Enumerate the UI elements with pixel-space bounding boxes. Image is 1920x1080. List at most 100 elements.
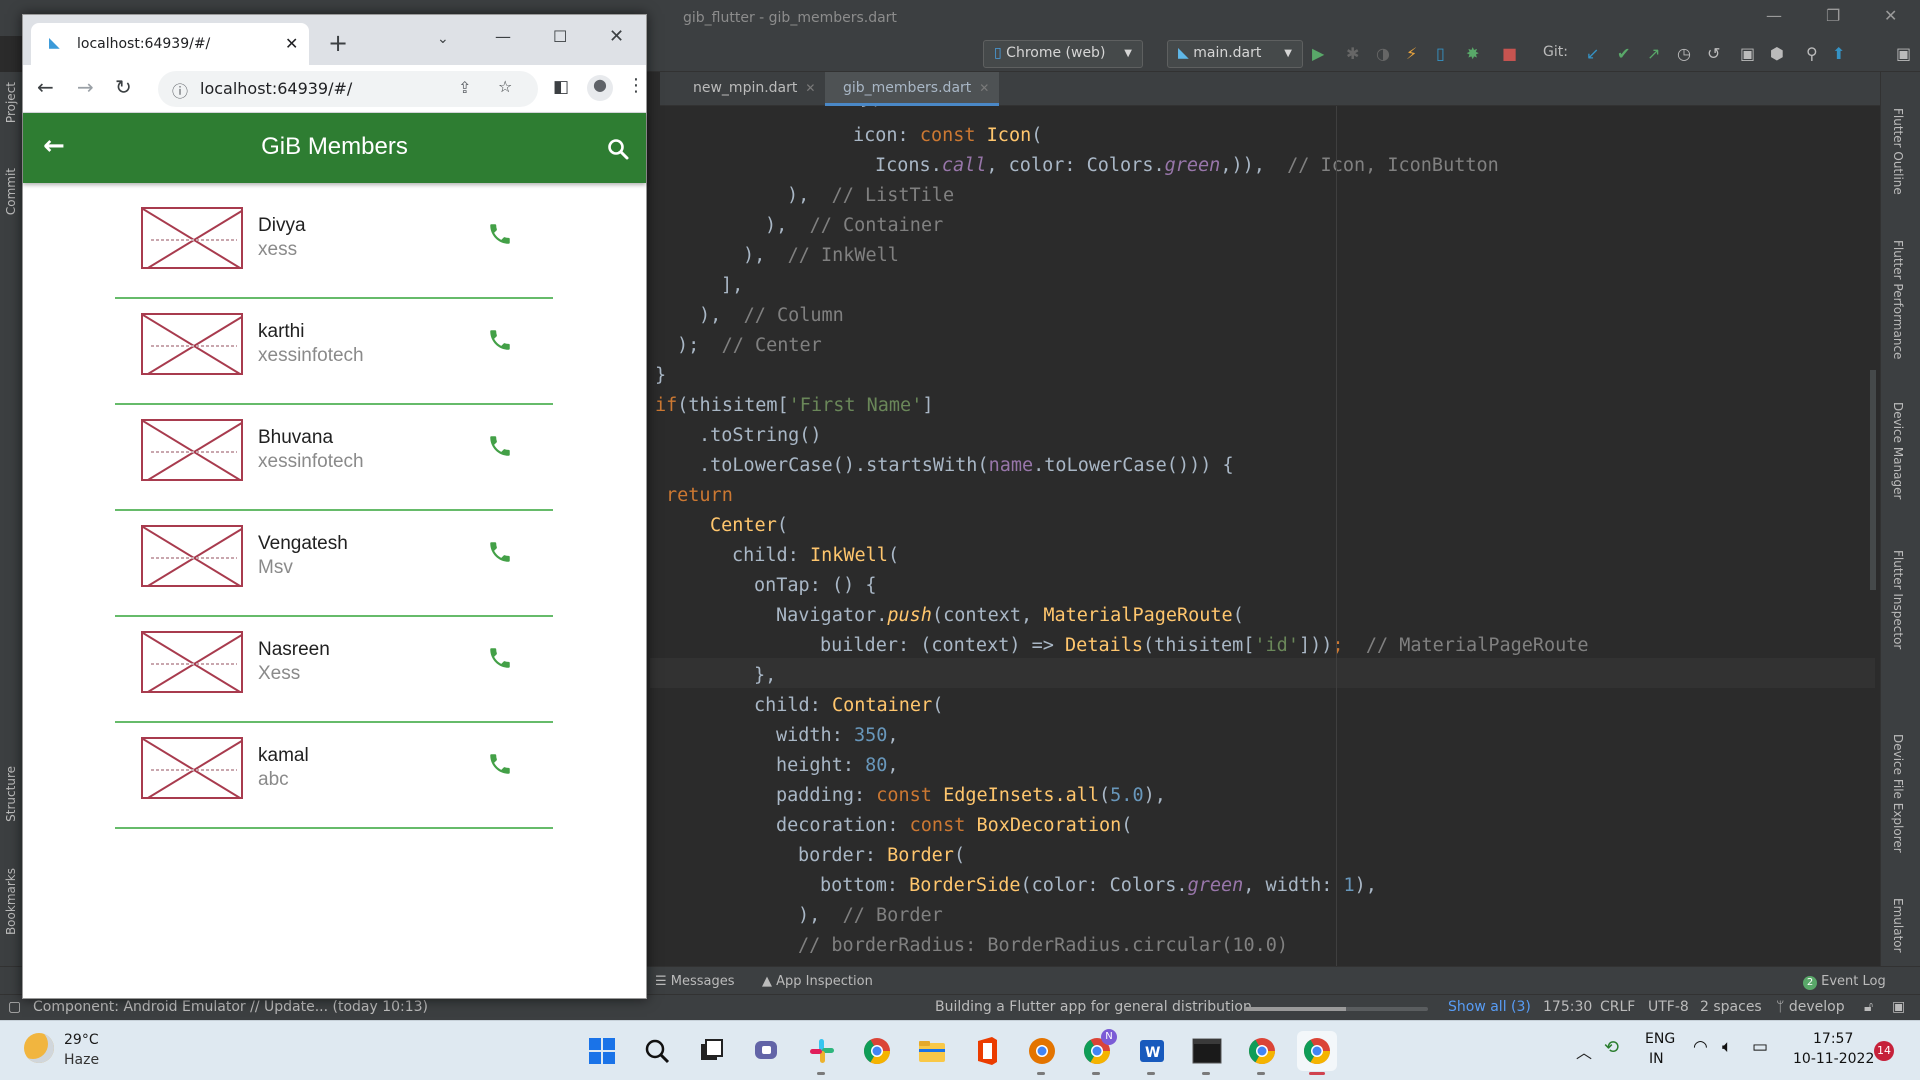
new-tab-icon[interactable]: + <box>328 29 348 57</box>
start-icon[interactable] <box>582 1031 622 1071</box>
profile-avatar-icon[interactable]: ● <box>587 75 613 101</box>
caret-position[interactable]: 175:30 <box>1543 999 1592 1015</box>
profile-icon[interactable]: ◑ <box>1376 44 1390 63</box>
sdk-manager-icon[interactable]: ⬢ <box>1770 44 1784 63</box>
sync-icon[interactable]: ⟲ <box>1604 1037 1619 1058</box>
stop-icon[interactable]: ■ <box>1502 44 1517 63</box>
side-panel-icon[interactable]: ◧ <box>553 77 569 97</box>
tool-tab-flutter-inspector[interactable]: Flutter Inspector <box>1891 550 1905 649</box>
member-list-item[interactable]: Nasreen Xess <box>115 617 553 723</box>
tab-gib-members[interactable]: gib_members.dart ✕ <box>825 72 1000 106</box>
minimize-icon[interactable]: — <box>495 27 511 46</box>
indent-setting[interactable]: 2 spaces <box>1700 999 1762 1015</box>
battery-icon[interactable]: ▭ <box>1752 1037 1768 1057</box>
status-layout-icon[interactable]: ▢ <box>8 999 21 1015</box>
bookmark-star-icon[interactable]: ☆ <box>498 77 512 96</box>
run-config-selector[interactable]: ◣ main.dart ▼ <box>1167 40 1303 68</box>
tab-search-icon[interactable]: ⌄ <box>437 31 449 47</box>
forward-icon[interactable]: → <box>77 75 94 99</box>
hot-restart-icon[interactable]: ▯ <box>1436 44 1445 63</box>
tool-tab-flutter-outline[interactable]: Flutter Outline <box>1891 108 1905 195</box>
file-encoding[interactable]: UTF-8 <box>1648 999 1689 1015</box>
hot-reload-icon[interactable]: ⚡ <box>1406 44 1417 63</box>
messages-tab[interactable]: ☰ Messages <box>655 974 735 989</box>
git-push-icon[interactable]: ↗ <box>1647 44 1660 63</box>
call-icon[interactable] <box>487 645 513 671</box>
member-list-item[interactable]: kamal abc <box>115 723 553 829</box>
tab-new-mpin[interactable]: new_mpin.dart ✕ <box>675 72 825 106</box>
device-mirror-icon[interactable]: ▣ <box>1740 44 1755 63</box>
close-tab-icon[interactable]: ✕ <box>285 34 298 53</box>
search-icon[interactable] <box>637 1031 677 1071</box>
status-message[interactable]: Component: Android Emulator // Update...… <box>33 999 428 1015</box>
tool-tab-commit[interactable]: Commit <box>4 168 18 215</box>
member-list-item[interactable]: Divya xess <box>115 193 553 299</box>
show-all-link[interactable]: Show all (3) <box>1448 999 1531 1015</box>
close-icon[interactable]: ✕ <box>1884 6 1897 25</box>
git-commit-icon[interactable]: ✔ <box>1617 44 1630 63</box>
editor-scrollbar[interactable] <box>1870 370 1876 590</box>
code-editor[interactable]: }, icon: const Icon( Icons.call, color: … <box>650 106 1880 966</box>
chrome-app-icon[interactable] <box>1242 1031 1282 1075</box>
slack-icon[interactable] <box>802 1031 842 1075</box>
browser-tab[interactable]: ◣ localhost:64939/#/ ✕ <box>31 23 309 65</box>
update-icon[interactable]: ⬆ <box>1832 44 1845 63</box>
clock-time[interactable]: 17:57 <box>1813 1031 1853 1047</box>
line-separator[interactable]: CRLF <box>1600 999 1635 1015</box>
search-icon[interactable]: ⚲ <box>1806 44 1818 63</box>
run-icon[interactable]: ▶ <box>1312 44 1324 63</box>
word-icon[interactable]: W <box>1132 1031 1172 1075</box>
wifi-icon[interactable]: ◠ <box>1693 1037 1708 1057</box>
tool-tab-device-file-explorer[interactable]: Device File Explorer <box>1891 734 1905 853</box>
chevron-up-icon[interactable]: ︿ <box>1576 1039 1592 1063</box>
call-icon[interactable] <box>487 433 513 459</box>
debug-icon[interactable]: ✱ <box>1346 44 1359 63</box>
member-list-item[interactable]: karthi xessinfotech <box>115 299 553 405</box>
tool-tab-project[interactable]: Project <box>4 82 18 123</box>
event-log-tab[interactable]: 2 Event Log <box>1803 974 1886 990</box>
chrome-active-icon[interactable] <box>1297 1031 1337 1075</box>
reload-icon[interactable]: ↻ <box>115 75 132 99</box>
member-list-item[interactable]: Bhuvana xessinfotech <box>115 405 553 511</box>
call-icon[interactable] <box>487 221 513 247</box>
chrome-profile-icon[interactable]: N <box>1077 1029 1117 1075</box>
user-icon[interactable]: ▣ <box>1896 44 1911 63</box>
member-list-item[interactable]: Vengatesh Msv <box>115 511 553 617</box>
weather-temp[interactable]: 29°C <box>64 1032 99 1048</box>
call-icon[interactable] <box>487 751 513 777</box>
search-icon[interactable] <box>606 137 630 161</box>
call-icon[interactable] <box>487 327 513 353</box>
tool-tab-device-manager[interactable]: Device Manager <box>1891 402 1905 499</box>
volume-icon[interactable]: 🔈︎ <box>1722 1037 1732 1057</box>
close-tab-icon[interactable]: ✕ <box>805 81 815 95</box>
tool-tab-flutter-performance[interactable]: Flutter Performance <box>1891 240 1905 359</box>
git-update-icon[interactable]: ↙ <box>1586 44 1599 63</box>
teams-chat-icon[interactable] <box>747 1031 787 1071</box>
chrome-menu-icon[interactable]: ⋮ <box>627 75 645 96</box>
language-bottom[interactable]: IN <box>1649 1051 1664 1067</box>
weather-icon[interactable] <box>24 1033 54 1063</box>
address-bar[interactable]: ⓘ localhost:64939/#/ ⇪ ☆ <box>158 71 538 107</box>
app-inspection-tab[interactable]: ▲ App Inspection <box>762 974 873 989</box>
maximize-icon[interactable]: ☐ <box>553 27 567 46</box>
history-icon[interactable]: ◷ <box>1677 44 1691 63</box>
clock-date[interactable]: 10-11-2022 <box>1793 1051 1874 1067</box>
tool-tab-emulator[interactable]: Emulator <box>1891 898 1905 953</box>
terminal-icon[interactable] <box>1187 1031 1227 1075</box>
chrome-icon[interactable] <box>857 1031 897 1071</box>
back-icon[interactable]: ← <box>37 75 54 99</box>
device-selector[interactable]: ▯ Chrome (web) ▼ <box>983 40 1143 68</box>
notification-badge[interactable]: 14 <box>1874 1041 1894 1061</box>
weather-desc[interactable]: Haze <box>64 1052 99 1068</box>
file-explorer-icon[interactable] <box>912 1031 952 1071</box>
tool-tab-structure[interactable]: Structure <box>4 766 18 822</box>
close-tab-icon[interactable]: ✕ <box>979 81 989 95</box>
close-window-icon[interactable]: ✕ <box>609 26 624 47</box>
language-top[interactable]: ENG <box>1645 1031 1675 1047</box>
lock-icon[interactable]: 🔓︎ <box>1864 999 1873 1015</box>
share-icon[interactable]: ⇪ <box>458 78 471 97</box>
restore-icon[interactable]: ❐ <box>1826 6 1840 25</box>
minimize-icon[interactable]: — <box>1766 6 1782 25</box>
attach-debugger-icon[interactable]: ✸ <box>1466 44 1479 63</box>
memory-icon[interactable]: ▣ <box>1892 999 1905 1015</box>
